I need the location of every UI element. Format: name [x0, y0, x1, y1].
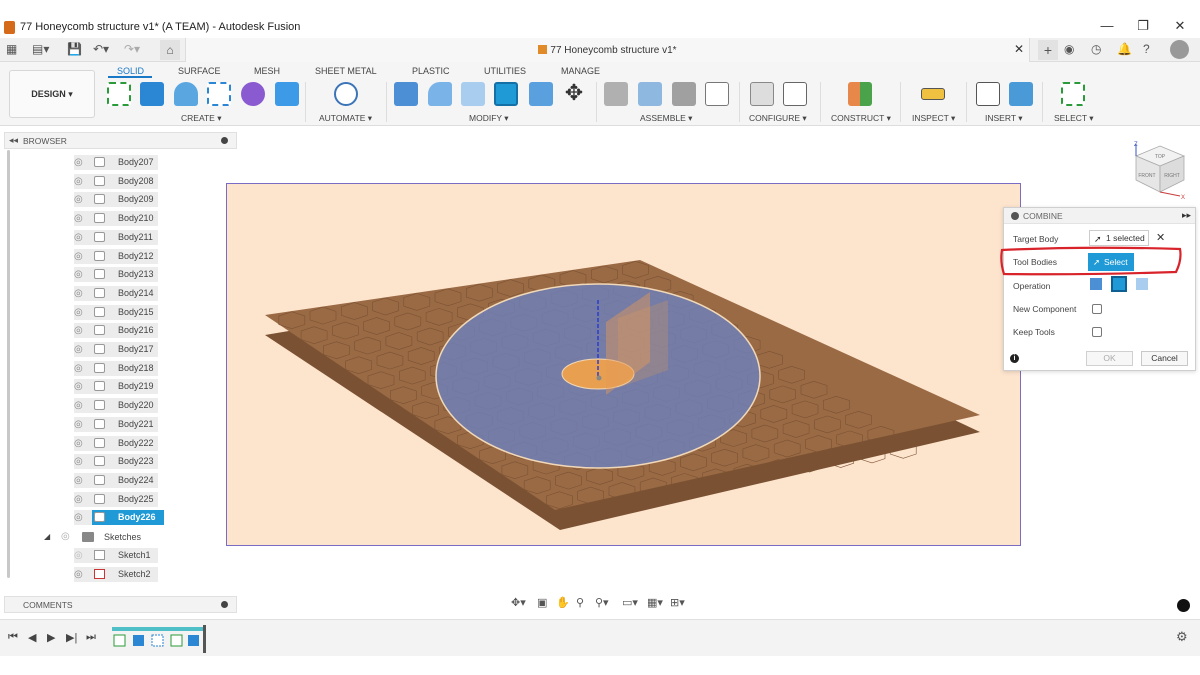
keep-tools-checkbox[interactable] [1092, 327, 1102, 337]
timeline-settings-gear-icon[interactable]: ⚙ [1176, 629, 1188, 645]
red-highlight-annotation [1000, 246, 1182, 276]
timeline-marker [203, 625, 206, 653]
timeline-extrude-icon [188, 635, 199, 646]
info-icon[interactable]: i [1010, 354, 1019, 363]
orbit-icon[interactable]: ✥▾ [511, 596, 526, 609]
timeline-first-icon[interactable]: ⏮ [8, 631, 18, 644]
activity-indicator-icon[interactable] [1177, 599, 1190, 612]
timeline: ⏮ ◀ ▶ ▶| ⏭ [0, 619, 1200, 656]
target-body-label: Target Body [1013, 234, 1059, 244]
combine-dialog-header[interactable]: COMBINE ▸▸ [1004, 208, 1195, 224]
viewcube-top-label[interactable]: TOP [1155, 154, 1166, 160]
clear-selection-icon[interactable]: ✕ [1156, 231, 1165, 244]
grid-settings-icon[interactable]: ▦▾ [647, 596, 663, 609]
cancel-button[interactable]: Cancel [1141, 351, 1188, 366]
new-component-checkbox[interactable] [1092, 304, 1102, 314]
pan-hand-icon[interactable]: ✋ [556, 596, 570, 609]
viewcube-front-label[interactable]: FRONT [1138, 173, 1155, 179]
look-at-icon[interactable]: ▣ [537, 596, 547, 609]
keep-tools-label: Keep Tools [1013, 327, 1055, 337]
viewcube-right-label[interactable]: RIGHT [1164, 173, 1180, 179]
new-component-label: New Component [1013, 304, 1077, 314]
operation-intersect-icon[interactable] [1136, 278, 1148, 290]
dialog-status-icon [1011, 212, 1019, 220]
timeline-prev-icon[interactable]: ◀ [28, 631, 36, 644]
view-cube[interactable]: TOP FRONT RIGHT Z X [1130, 140, 1190, 200]
ok-button[interactable]: OK [1086, 351, 1133, 366]
viewports-icon[interactable]: ⊞▾ [670, 596, 685, 609]
timeline-sketch-icon [113, 634, 126, 647]
z-axis-label: Z [1134, 142, 1138, 148]
operation-cut-icon[interactable] [1111, 276, 1127, 292]
timeline-feature-strip[interactable] [112, 625, 206, 653]
operation-join-icon[interactable] [1090, 278, 1102, 290]
origin-point [596, 375, 602, 381]
timeline-sketch-icon [170, 634, 183, 647]
fit-zoom-icon[interactable]: ⚲▾ [595, 596, 609, 609]
combine-dialog-title: COMBINE [1023, 211, 1063, 221]
navigation-bar: ✥▾ ▣ ✋ ⚲ ⚲▾ ▭▾ ▦▾ ⊞▾ [507, 593, 692, 612]
display-settings-icon[interactable]: ▭▾ [622, 596, 638, 609]
combine-dialog: COMBINE ▸▸ Target Body ➚ 1 selected ✕ To… [1003, 207, 1196, 371]
expand-dialog-icon[interactable]: ▸▸ [1182, 210, 1191, 221]
timeline-last-icon[interactable]: ⏭ [86, 631, 96, 644]
timeline-extrude-icon [133, 635, 144, 646]
timeline-play-icon[interactable]: ▶ [47, 631, 55, 644]
timeline-next-icon[interactable]: ▶| [66, 631, 77, 644]
x-axis-label: X [1181, 195, 1185, 200]
zoom-icon[interactable]: ⚲ [576, 596, 584, 609]
operation-label: Operation [1013, 281, 1051, 291]
timeline-pattern-icon [151, 634, 164, 647]
